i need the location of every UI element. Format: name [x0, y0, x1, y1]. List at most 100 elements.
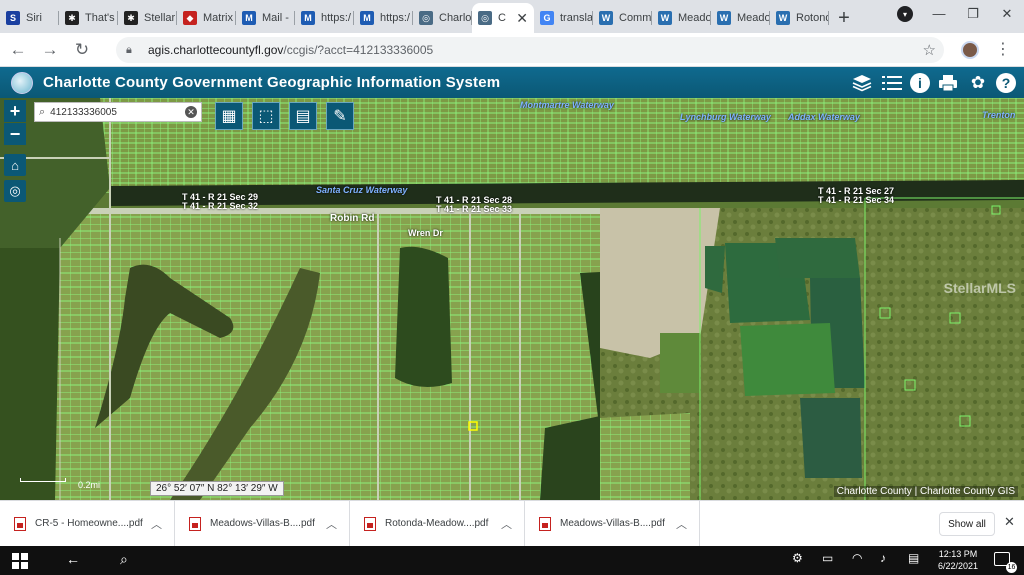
bookmark-star-icon[interactable]: ☆ — [923, 41, 936, 59]
chrome-menu-icon[interactable]: ⋮ — [995, 39, 1011, 59]
map-label-santacruz: Santa Cruz Waterway — [316, 185, 408, 195]
close-download-bar-icon[interactable]: ✕ — [1004, 514, 1015, 530]
tab-strip: S Siri ✱ That's ✱ Stellar ◆ Matrix M Mail - Mhttps… — [0, 0, 1024, 33]
forward-arrow-icon[interactable]: → — [34, 34, 66, 66]
browser-tab[interactable]: W Meado — [711, 3, 770, 33]
browser-tab[interactable]: ◎ C ✕ — [472, 3, 534, 33]
battery-icon[interactable]: ▭ — [822, 551, 833, 565]
close-window-button[interactable]: ✕ — [990, 0, 1024, 28]
system-tray-icon[interactable]: ⚙ — [792, 551, 803, 565]
tools-gear-icon[interactable]: ✿ — [966, 71, 990, 95]
notes-icon[interactable]: ▤ — [289, 102, 317, 130]
back-icon[interactable]: ← — [66, 551, 80, 567]
scale-label: 0.2mi — [78, 480, 101, 490]
restore-button[interactable]: ❐ — [956, 0, 990, 28]
taskbar-search-icon[interactable]: ⌕ — [120, 551, 128, 568]
print-icon[interactable] — [936, 71, 960, 95]
tab-label: translat — [560, 12, 593, 24]
browser-tab[interactable]: W Rotond — [770, 3, 829, 33]
tab-close-icon[interactable]: ✕ — [516, 10, 528, 27]
browser-tab[interactable]: ◆ Matrix — [177, 3, 236, 33]
download-filename: Rotonda-Meadow....pdf — [385, 518, 489, 529]
clock-time: 12:13 PM — [938, 549, 978, 559]
map-label-addax: Addax Waterway — [788, 112, 860, 122]
lock-icon: 🔒︎ — [126, 43, 132, 56]
tab-label: Charlot — [439, 12, 472, 24]
map-label-sec34: T 41 - R 21 Sec 34 — [818, 195, 895, 205]
url-path: /ccgis/?acct=412133336005 — [283, 43, 434, 57]
clock-date: 6/22/2021 — [937, 561, 979, 571]
profile-avatar[interactable] — [961, 41, 979, 59]
search-icon: ⌕ — [39, 105, 46, 118]
help-icon[interactable]: ? — [996, 73, 1016, 93]
browser-tab[interactable]: W Meado — [652, 3, 711, 33]
tab-label: Mail - — [262, 12, 289, 24]
tab-favicon-icon: W — [717, 11, 731, 25]
home-icon[interactable]: ⌂ — [4, 154, 26, 176]
tab-favicon-icon: ◆ — [183, 11, 197, 25]
back-arrow-icon[interactable]: ← — [2, 34, 34, 66]
show-all-button[interactable]: Show all — [939, 512, 995, 536]
tab-favicon-icon: W — [658, 11, 672, 25]
tab-favicon-icon: ✱ — [65, 11, 79, 25]
windows-start-icon[interactable] — [12, 553, 28, 569]
download-filename: Meadows-Villas-B....pdf — [210, 518, 315, 529]
tab-search-icon[interactable]: ▾ — [897, 6, 913, 22]
county-logo-icon — [11, 71, 33, 94]
new-tab-button[interactable]: + — [829, 3, 859, 33]
app-toolbar: i ✿ ? — [850, 71, 1016, 95]
download-item[interactable]: Meadows-Villas-B....pdf ︿ — [175, 500, 350, 547]
browser-tab[interactable]: M Mail - — [236, 3, 295, 33]
draw-pencil-icon[interactable]: ✎ — [326, 102, 354, 130]
address-bar[interactable]: 🔒︎ agis.charlottecountyfl.gov/ccgis/?acc… — [116, 37, 944, 63]
clear-search-icon[interactable]: ✕ — [185, 106, 197, 118]
locate-icon[interactable]: ◎ — [4, 180, 26, 202]
browser-tab[interactable]: W Comm — [593, 3, 652, 33]
info-icon[interactable]: i — [910, 73, 930, 93]
browser-tab[interactable]: S Siri — [0, 3, 59, 33]
select-box-icon[interactable]: ⬚ — [252, 102, 280, 130]
download-item[interactable]: CR-5 - Homeowne....pdf ︿ — [0, 500, 175, 547]
map-imagery — [0, 98, 1024, 500]
parcel-search-input[interactable]: ⌕ 412133336005 ✕ — [34, 102, 202, 122]
app-title: Charlotte County Government Geographic I… — [43, 74, 501, 91]
tab-label: Meado — [737, 12, 770, 24]
list-icon[interactable] — [880, 71, 904, 95]
browser-tab[interactable]: Gtranslat — [534, 3, 593, 33]
basemap-grid-icon[interactable]: ▦ — [215, 102, 243, 130]
browser-tab[interactable]: ✱ That's — [59, 3, 118, 33]
browser-tab[interactable]: Mhttps:/ — [354, 3, 413, 33]
chevron-up-icon[interactable]: ︿ — [151, 516, 162, 532]
zoom-out-button[interactable]: − — [4, 123, 26, 145]
tab-favicon-icon: ✱ — [124, 11, 138, 25]
download-item[interactable]: Rotonda-Meadow....pdf ︿ — [350, 500, 525, 547]
tab-label: Rotond — [796, 12, 829, 24]
tab-label: C — [498, 12, 506, 24]
browser-tab[interactable]: Mhttps:/ — [295, 3, 354, 33]
pdf-icon — [539, 516, 551, 531]
minimize-button[interactable]: — — [922, 0, 956, 28]
scale-bar: 0.2mi — [20, 478, 100, 492]
zoom-in-button[interactable]: + — [4, 100, 26, 122]
map-canvas[interactable]: Montmartre Waterway Lynchburg Waterway A… — [0, 98, 1024, 500]
reload-icon[interactable]: ↻ — [66, 34, 98, 66]
keyboard-icon[interactable]: ▤ — [908, 551, 919, 565]
taskbar-clock[interactable]: 12:13 PM 6/22/2021 — [930, 548, 986, 572]
chevron-up-icon[interactable]: ︿ — [676, 516, 687, 532]
browser-tab[interactable]: ◎ Charlot — [413, 3, 472, 33]
url-host: agis.charlottecountyfl.gov — [148, 43, 284, 57]
browser-tab[interactable]: ✱ Stellar — [118, 3, 177, 33]
wifi-icon[interactable]: ◠ — [852, 551, 862, 565]
tab-label: Comm — [619, 12, 652, 24]
map-label-sec32: T 41 - R 21 Sec 32 — [182, 201, 259, 211]
browser-toolbar: ← → ↻ 🔒︎ agis.charlottecountyfl.gov/ccgi… — [0, 33, 1024, 67]
tab-favicon-icon: M — [301, 11, 315, 25]
chevron-up-icon[interactable]: ︿ — [326, 516, 337, 532]
download-item[interactable]: Meadows-Villas-B....pdf ︿ — [525, 500, 700, 547]
tab-label: https:/ — [321, 12, 351, 24]
volume-icon[interactable]: ♪ — [880, 551, 886, 565]
tab-label: That's — [85, 12, 115, 24]
chevron-up-icon[interactable]: ︿ — [501, 516, 512, 532]
tab-favicon-icon: W — [776, 11, 790, 25]
layers-icon[interactable] — [850, 71, 874, 95]
